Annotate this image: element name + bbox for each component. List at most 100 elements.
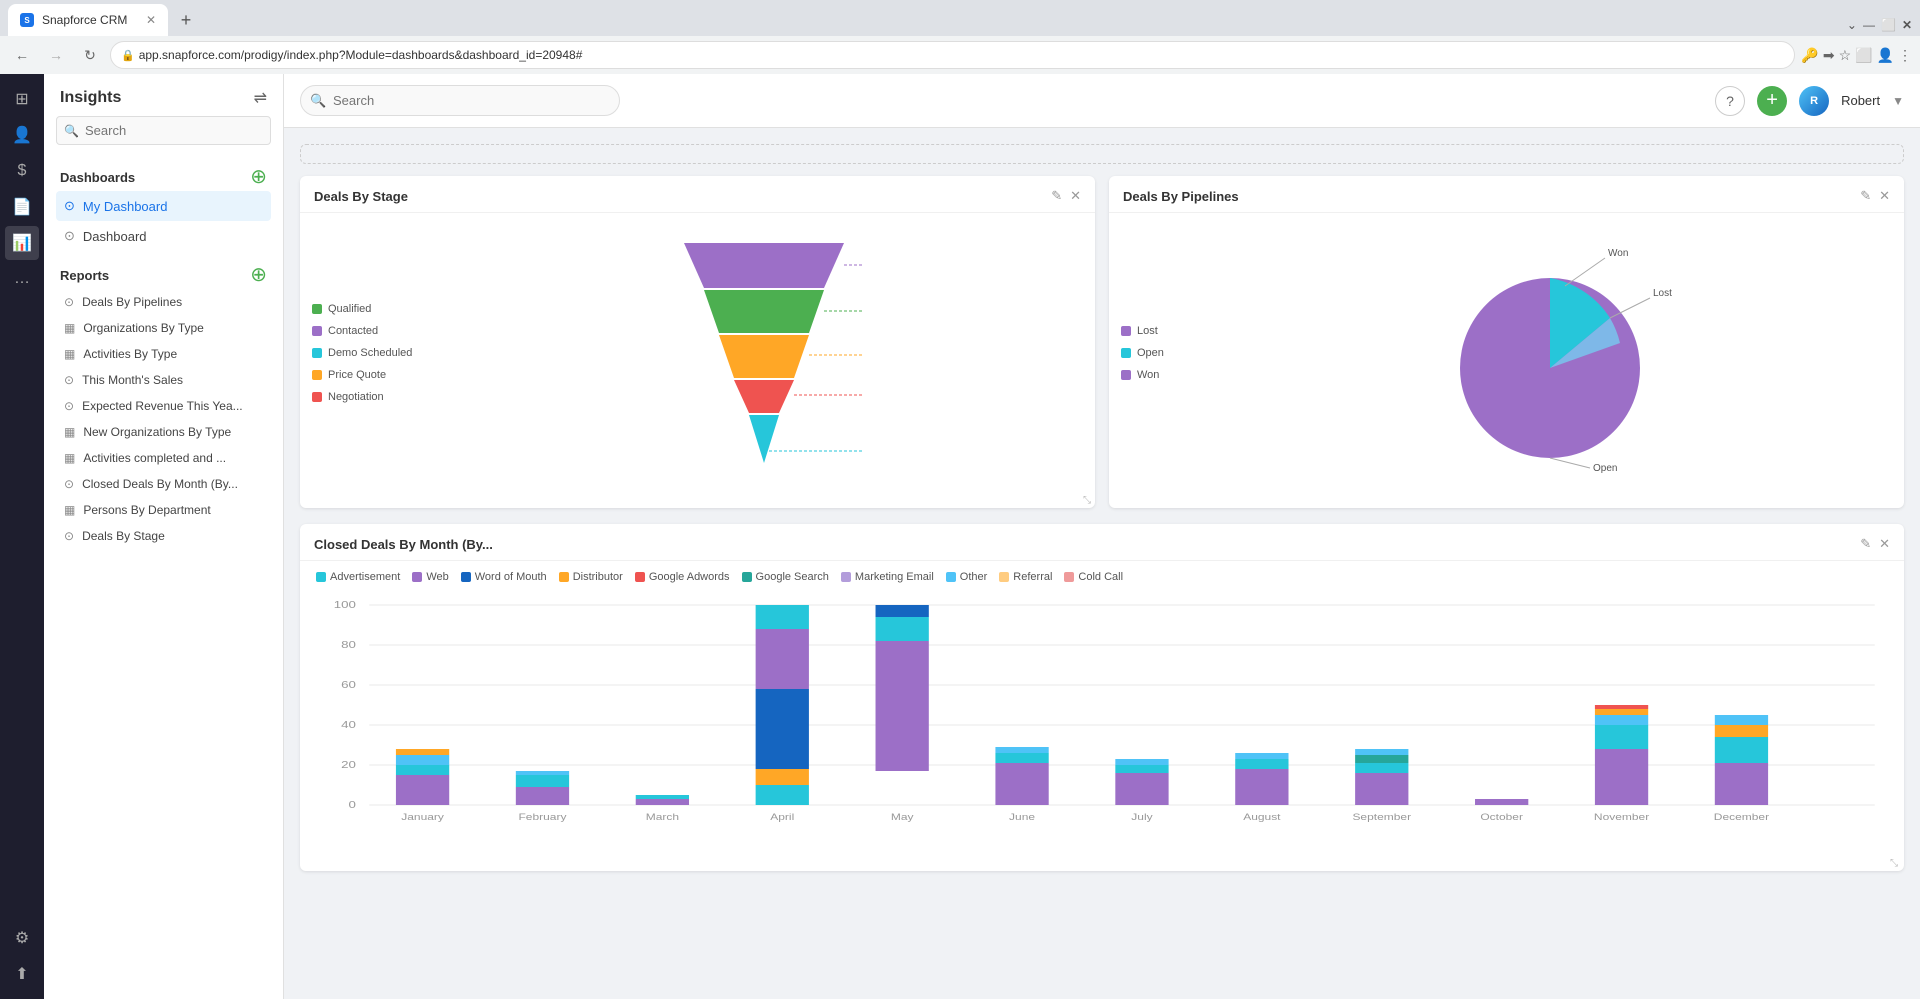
dashboard-label: Dashboard	[83, 229, 147, 244]
profile-icon[interactable]: 👤	[1877, 47, 1894, 64]
dashboards-section-title: Dashboards	[60, 170, 135, 185]
rail-icon-grid[interactable]: ⊞	[5, 82, 39, 116]
legend-marketing-email: Marketing Email	[841, 571, 934, 583]
sidebar-search-container: 🔍	[56, 116, 271, 145]
legend-qualified: Qualified	[312, 303, 432, 315]
reports-add-icon[interactable]: ⊕	[250, 265, 267, 285]
help-icon[interactable]: ?	[1715, 86, 1745, 116]
deals-by-stage-body: Qualified Contacted Demo Scheduled	[300, 213, 1095, 493]
closed-deals-actions: ✎ ✕	[1860, 536, 1890, 552]
rail-icon-gear[interactable]: ⚙	[5, 921, 39, 955]
deals-by-stage-close-icon[interactable]: ✕	[1070, 188, 1081, 204]
sidebar-search-input[interactable]	[56, 116, 271, 145]
menu-icon[interactable]: ⋮	[1898, 47, 1912, 64]
rail-icon-chart[interactable]: 📊	[5, 226, 39, 260]
browser-chrome: S Snapforce CRM ✕ + ⌄ — ⬜ ✕ ← → ↻ 🔒 app.…	[0, 0, 1920, 74]
svg-text:Won: Won	[1608, 248, 1628, 259]
funnel-legend: Qualified Contacted Demo Scheduled	[312, 303, 432, 403]
svg-text:20: 20	[341, 760, 356, 771]
deals-stage-label: Deals By Stage	[82, 529, 165, 543]
reports-section-title: Reports	[60, 268, 109, 283]
sidebar-item-new-orgs-type[interactable]: ▦ New Organizations By Type	[56, 419, 271, 445]
legend-advertisement: Advertisement	[316, 571, 400, 583]
browser-tabs-bar: S Snapforce CRM ✕ + ⌄ — ⬜ ✕	[0, 0, 1920, 36]
rail-icon-more[interactable]: …	[5, 262, 39, 296]
forward-button[interactable]: →	[42, 41, 70, 69]
deals-by-stage-title: Deals By Stage	[314, 189, 408, 204]
sidebar-item-orgs-type[interactable]: ▦ Organizations By Type	[56, 315, 271, 341]
closed-deals-close-icon[interactable]: ✕	[1879, 536, 1890, 552]
legend-referral: Referral	[999, 571, 1052, 583]
pie-visual: Won Lost Open	[1217, 228, 1892, 478]
sidebar-item-dashboard[interactable]: ⊙ Dashboard	[56, 221, 271, 251]
refresh-button[interactable]: ↻	[76, 41, 104, 69]
pie-svg: Won Lost Open	[1435, 228, 1675, 478]
tab-icon[interactable]: ⬜	[1855, 47, 1872, 64]
rail-icon-dollar[interactable]: $	[5, 154, 39, 188]
main-content: Deals By Stage ✎ ✕ Qualified	[284, 128, 1920, 999]
legend-negotiation: Negotiation	[312, 391, 432, 403]
sidebar-item-persons-dept[interactable]: ▦ Persons By Department	[56, 497, 271, 523]
sidebar-item-deals-pipelines[interactable]: ⊙ Deals By Pipelines	[56, 289, 271, 315]
address-bar[interactable]: 🔒 app.snapforce.com/prodigy/index.php?Mo…	[110, 41, 1795, 69]
sidebar-item-deals-stage[interactable]: ⊙ Deals By Stage	[56, 523, 271, 549]
closed-deals-card: Closed Deals By Month (By... ✎ ✕ Adverti…	[300, 524, 1904, 871]
my-dashboard-icon: ⊙	[64, 198, 75, 214]
rail-icon-person[interactable]: 👤	[5, 118, 39, 152]
svg-text:0: 0	[349, 800, 357, 811]
pie-legend-lost: Lost	[1121, 325, 1201, 337]
add-button[interactable]: +	[1757, 86, 1787, 116]
dashboards-section-header: Dashboards ⊕	[56, 161, 271, 191]
sidebar-filter-icon[interactable]: ⇌	[254, 88, 267, 108]
back-button[interactable]: ←	[8, 41, 36, 69]
sidebar-title: Insights	[60, 89, 121, 107]
legend-other: Other	[946, 571, 988, 583]
deals-by-stage-edit-icon[interactable]: ✎	[1051, 188, 1062, 204]
svg-text:April: April	[770, 812, 794, 822]
svg-text:Open: Open	[1593, 463, 1617, 474]
closed-deals-edit-icon[interactable]: ✎	[1860, 536, 1871, 552]
sidebar-item-closed-deals[interactable]: ⊙ Closed Deals By Month (By...	[56, 471, 271, 497]
new-tab-button[interactable]: +	[172, 6, 200, 34]
sidebar-item-my-dashboard[interactable]: ⊙ My Dashboard	[56, 191, 271, 221]
star-icon[interactable]: ☆	[1839, 47, 1852, 64]
orgs-type-icon: ▦	[64, 321, 75, 335]
rail-icon-upload[interactable]: ⬆	[5, 957, 39, 991]
svg-text:60: 60	[341, 680, 356, 691]
tab-close-icon[interactable]: ✕	[146, 13, 156, 27]
svg-text:May: May	[891, 812, 914, 822]
user-avatar: R	[1799, 86, 1829, 116]
svg-text:80: 80	[341, 640, 356, 651]
deals-by-stage-header: Deals By Stage ✎ ✕	[300, 176, 1095, 213]
user-dropdown-icon[interactable]: ▼	[1892, 94, 1904, 108]
legend-cold-call: Cold Call	[1064, 571, 1123, 583]
deals-by-pipelines-card: Deals By Pipelines ✎ ✕ Lost	[1109, 176, 1904, 508]
dashboard-icon: ⊙	[64, 228, 75, 244]
bar-chart-container: 100 80 60 40 20 0	[300, 587, 1904, 856]
toolbar-search-input[interactable]	[300, 85, 620, 116]
sidebar-item-expected-revenue[interactable]: ⊙ Expected Revenue This Yea...	[56, 393, 271, 419]
pie-legend: Lost Open Won	[1121, 325, 1201, 381]
new-orgs-type-icon: ▦	[64, 425, 75, 439]
persons-dept-label: Persons By Department	[83, 503, 210, 517]
sidebar-item-activities-type[interactable]: ▦ Activities By Type	[56, 341, 271, 367]
bar-chart-svg: 100 80 60 40 20 0	[316, 595, 1888, 835]
main-toolbar: 🔍 ? + R Robert ▼	[284, 74, 1920, 128]
resize-handle[interactable]: ⤡	[300, 493, 1095, 508]
sidebar-item-activities-completed[interactable]: ▦ Activities completed and ...	[56, 445, 271, 471]
toolbar-search-icon: 🔍	[310, 93, 326, 109]
deals-by-pipelines-close-icon[interactable]: ✕	[1879, 188, 1890, 204]
bar-card-resize-handle[interactable]: ⤡	[300, 856, 1904, 871]
sidebar-item-this-months-sales[interactable]: ⊙ This Month's Sales	[56, 367, 271, 393]
dashboards-add-icon[interactable]: ⊕	[250, 167, 267, 187]
closed-deals-icon: ⊙	[64, 477, 74, 491]
funnel-visual: Contacted Qualified Price Quote Negotiat…	[444, 233, 1083, 473]
deals-by-pipelines-edit-icon[interactable]: ✎	[1860, 188, 1871, 204]
closed-deals-label: Closed Deals By Month (By...	[82, 477, 238, 491]
this-months-sales-label: This Month's Sales	[82, 373, 183, 387]
rail-icon-file[interactable]: 📄	[5, 190, 39, 224]
dashboards-section: Dashboards ⊕ ⊙ My Dashboard ⊙ Dashboard	[44, 157, 283, 255]
legend-demo-scheduled: Demo Scheduled	[312, 347, 432, 359]
active-tab[interactable]: S Snapforce CRM ✕	[8, 4, 168, 36]
sidebar: Insights ⇌ 🔍 Dashboards ⊕ ⊙ My Dashboard…	[44, 74, 284, 999]
